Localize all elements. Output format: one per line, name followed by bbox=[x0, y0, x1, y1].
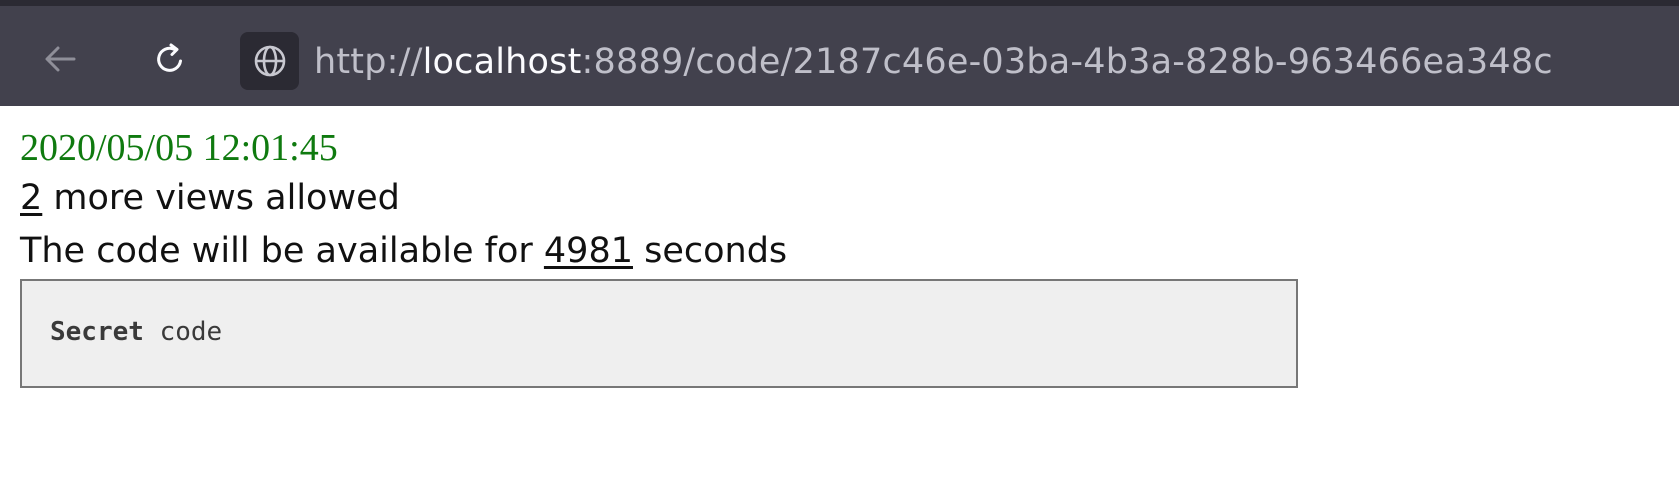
views-remaining-text: 2 more views allowed bbox=[20, 178, 400, 218]
timestamp: 2020/05/05 12:01:45 bbox=[20, 127, 338, 169]
site-identity-button[interactable] bbox=[240, 32, 299, 90]
code-rest: code bbox=[143, 317, 223, 347]
availability-text: The code will be available for 4981 seco… bbox=[20, 231, 787, 271]
browser-toolbar: http://localhost:8889/code/2187c46e-03ba… bbox=[0, 0, 1679, 106]
availability-suffix: seconds bbox=[632, 231, 788, 271]
reload-button[interactable] bbox=[142, 31, 198, 87]
address-bar[interactable]: http://localhost:8889/code/2187c46e-03ba… bbox=[314, 37, 1553, 87]
url-scheme: http:// bbox=[314, 42, 423, 82]
reload-icon bbox=[157, 43, 182, 72]
views-count: 2 bbox=[20, 178, 43, 218]
secret-code: Secret code bbox=[50, 317, 222, 347]
globe-icon bbox=[254, 45, 285, 77]
back-button[interactable] bbox=[32, 31, 88, 87]
availability-prefix: The code will be available for bbox=[20, 231, 544, 271]
arrow-left-icon bbox=[45, 46, 76, 72]
code-keyword: Secret bbox=[50, 317, 144, 347]
url-host: localhost bbox=[422, 42, 582, 82]
seconds-remaining: 4981 bbox=[543, 231, 633, 271]
views-label: more views allowed bbox=[42, 178, 400, 218]
secret-code-box: Secret code bbox=[20, 279, 1298, 388]
url-path: :8889/code/2187c46e-03ba-4b3a-828b-96346… bbox=[581, 42, 1553, 82]
